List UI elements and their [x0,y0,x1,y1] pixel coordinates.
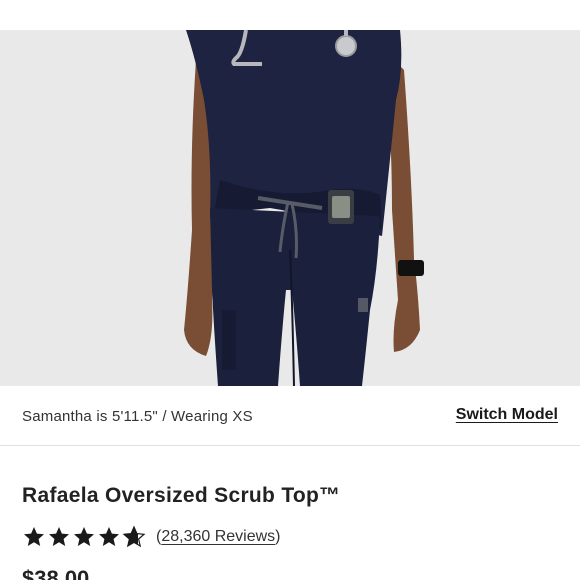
switch-model-link[interactable]: Switch Model [456,406,558,424]
reviews-link[interactable]: (28,360 Reviews) [156,528,281,546]
star-icon [49,527,69,546]
reviews-close-paren: ) [275,528,281,545]
star-icon [24,527,44,546]
star-icon [74,527,94,546]
product-image[interactable] [0,30,580,386]
star-rating [22,525,146,549]
model-info-text: Samantha is 5'11.5" / Wearing XS [22,408,253,425]
rating-row: (28,360 Reviews) [22,525,281,549]
reviews-count: 28,360 Reviews [161,528,276,545]
product-title: Rafaela Oversized Scrub Top™ [22,484,341,507]
product-price: $38.00 [22,566,90,580]
top-strip [0,0,580,30]
star-half-icon [122,525,146,548]
model-photo [0,30,580,386]
model-info-row: Samantha is 5'11.5" / Wearing XS Switch … [0,386,580,446]
star-icon [99,527,119,546]
